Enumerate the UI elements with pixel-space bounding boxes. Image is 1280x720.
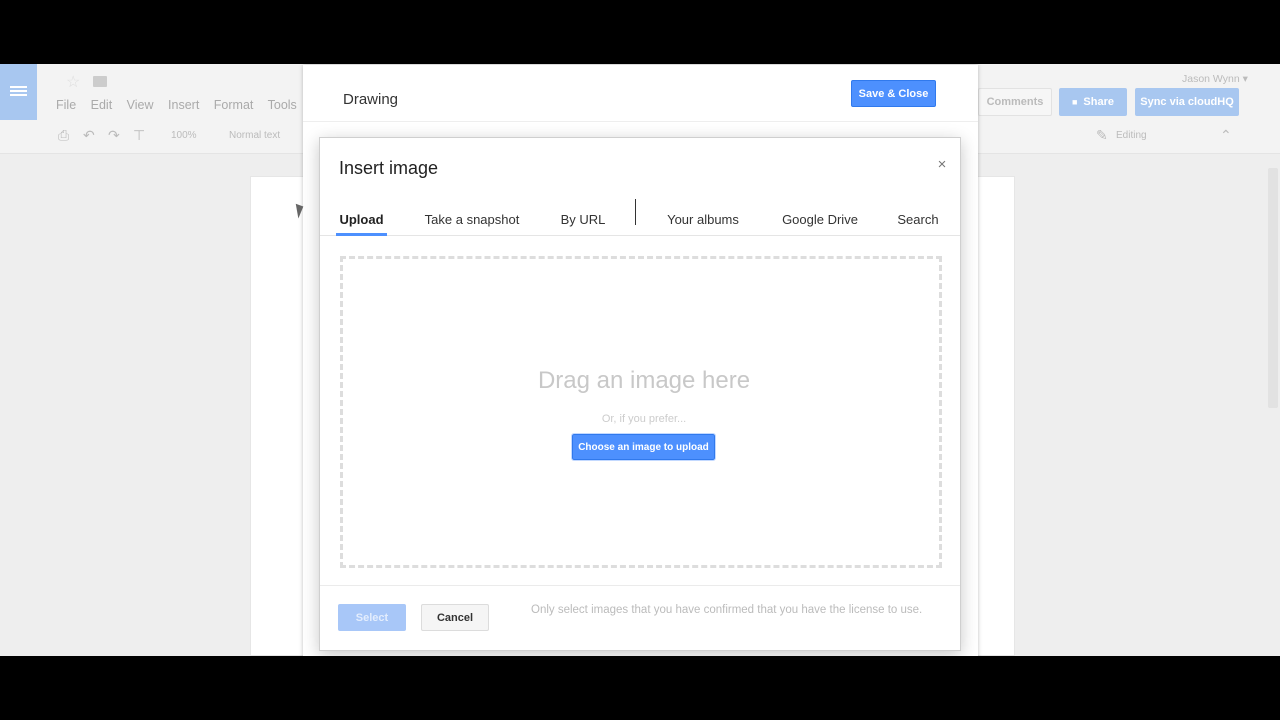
tab-upload[interactable]: Upload bbox=[336, 202, 387, 236]
drop-zone[interactable]: Drag an image here Or, if you prefer... … bbox=[340, 256, 942, 568]
cancel-button[interactable]: Cancel bbox=[421, 604, 489, 631]
tab-divider bbox=[635, 199, 636, 225]
share-label: Share bbox=[1083, 96, 1114, 108]
letterbox-top bbox=[0, 0, 1280, 64]
collapse-icon[interactable]: ⌃ bbox=[1220, 127, 1232, 144]
insert-image-dialog: Insert image × Upload Take a snapshot By… bbox=[319, 137, 961, 651]
share-button[interactable]: ■ Share bbox=[1059, 88, 1127, 116]
docs-menu-bar: File Edit View Insert Format Tools bbox=[56, 98, 308, 112]
star-icon[interactable]: ☆ bbox=[66, 72, 80, 92]
menu-insert[interactable]: Insert bbox=[168, 98, 199, 112]
tab-google-drive[interactable]: Google Drive bbox=[779, 202, 861, 236]
drag-image-text: Drag an image here bbox=[537, 367, 751, 394]
choose-image-button[interactable]: Choose an image to upload bbox=[571, 433, 716, 461]
dialog-footer: Select Cancel Only select images that yo… bbox=[320, 585, 960, 651]
print-icon[interactable]: ⎙ bbox=[58, 127, 69, 144]
drawing-title: Drawing bbox=[343, 91, 399, 108]
user-name-label: Jason Wynn bbox=[1182, 73, 1240, 85]
undo-icon[interactable]: ↶ bbox=[83, 127, 95, 144]
save-close-button[interactable]: Save & Close bbox=[851, 80, 936, 107]
menu-format[interactable]: Format bbox=[214, 98, 254, 112]
tab-search[interactable]: Search bbox=[895, 202, 941, 236]
folder-icon[interactable] bbox=[93, 76, 107, 87]
redo-icon[interactable]: ↷ bbox=[108, 127, 120, 144]
letterbox-bottom bbox=[0, 656, 1280, 720]
license-notice: Only select images that you have confirm… bbox=[531, 604, 923, 616]
tab-your-albums[interactable]: Your albums bbox=[663, 202, 743, 236]
scrollbar[interactable] bbox=[1268, 168, 1278, 408]
chevron-down-icon: ▾ bbox=[1242, 73, 1248, 85]
editing-mode-select[interactable]: Editing bbox=[1116, 130, 1147, 141]
menu-view[interactable]: View bbox=[127, 98, 154, 112]
tab-by-url[interactable]: By URL bbox=[558, 202, 608, 236]
divider bbox=[303, 121, 978, 122]
user-name[interactable]: Jason Wynn ▾ bbox=[1182, 73, 1248, 85]
comments-button[interactable]: Comments bbox=[978, 88, 1052, 116]
paint-format-icon[interactable]: ⊤ bbox=[133, 127, 145, 144]
menu-tools[interactable]: Tools bbox=[268, 98, 297, 112]
sync-cloudhq-button[interactable]: Sync via cloudHQ bbox=[1135, 88, 1239, 116]
menu-file[interactable]: File bbox=[56, 98, 76, 112]
zoom-select[interactable]: 100% bbox=[171, 130, 197, 141]
style-select[interactable]: Normal text bbox=[229, 130, 280, 141]
screen: ☆ File Edit View Insert Format Tools Jas… bbox=[0, 64, 1280, 656]
docs-logo-icon[interactable] bbox=[0, 64, 37, 120]
image-source-tabs: Upload Take a snapshot By URL Your album… bbox=[320, 196, 960, 236]
lock-icon: ■ bbox=[1071, 97, 1078, 107]
prefer-text: Or, if you prefer... bbox=[601, 413, 687, 425]
dialog-title: Insert image bbox=[339, 158, 439, 178]
pencil-icon: ✎ bbox=[1096, 127, 1108, 143]
menu-edit[interactable]: Edit bbox=[91, 98, 113, 112]
close-icon[interactable]: × bbox=[936, 156, 948, 173]
tab-take-snapshot[interactable]: Take a snapshot bbox=[422, 202, 522, 236]
select-button[interactable]: Select bbox=[338, 604, 406, 631]
